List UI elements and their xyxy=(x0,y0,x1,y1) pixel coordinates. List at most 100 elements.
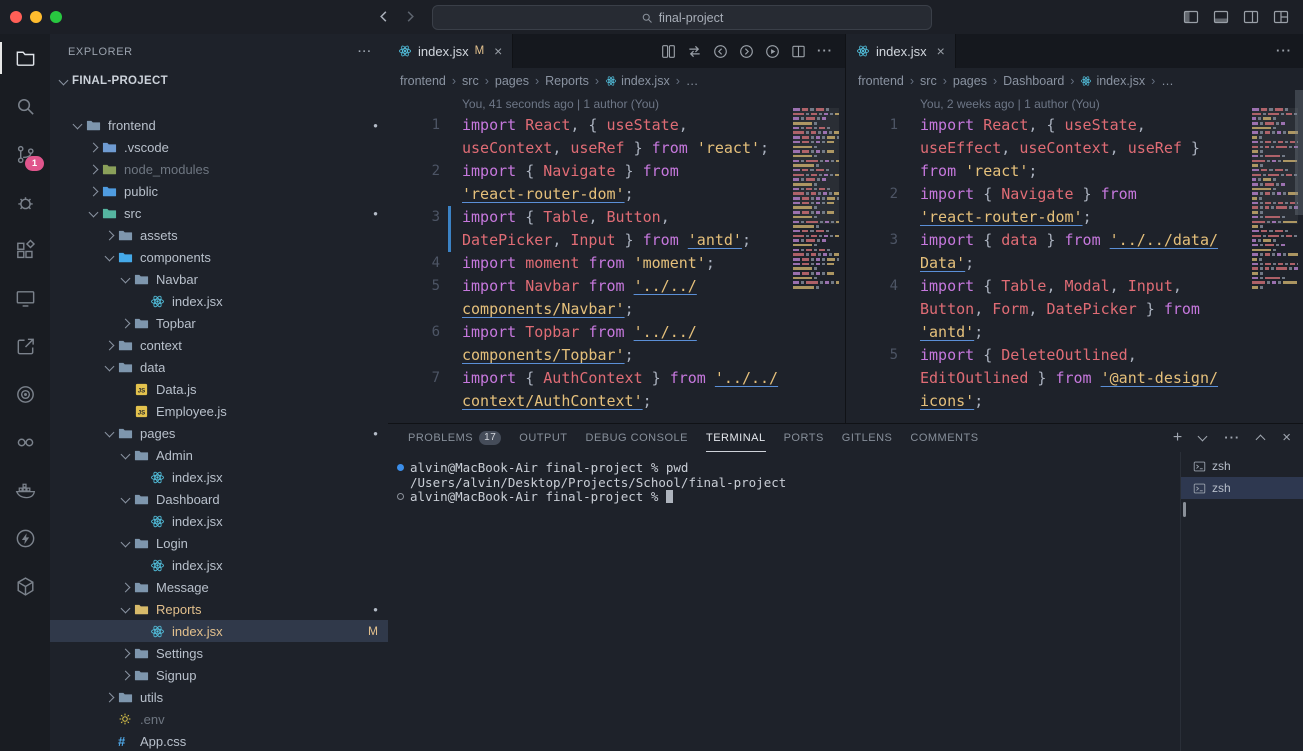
breadcrumb-item[interactable]: frontend xyxy=(858,74,904,88)
code-line[interactable]: 7import { AuthContext } from '../../ xyxy=(388,367,845,390)
tree-item-topbar[interactable]: Topbar xyxy=(50,312,388,334)
chevron-down-icon[interactable] xyxy=(118,532,134,554)
tree-item-signup[interactable]: Signup xyxy=(50,664,388,686)
activity-run-debug[interactable] xyxy=(0,178,50,226)
code-line[interactable]: 4import { Table, Modal, Input, xyxy=(846,275,1303,298)
code-line[interactable]: 'react-router-dom'; xyxy=(846,206,1303,229)
chevron-right-icon[interactable] xyxy=(102,686,118,708)
tree-item-reports[interactable]: Reports xyxy=(50,598,388,620)
chevron-right-icon[interactable] xyxy=(102,224,118,246)
editor-left[interactable]: You, 41 seconds ago | 1 author (You) 1im… xyxy=(388,94,845,423)
code-line[interactable]: icons'; xyxy=(846,390,1303,413)
tab-close-icon[interactable] xyxy=(494,43,502,59)
chevron-right-icon[interactable] xyxy=(118,642,134,664)
tab-close-icon[interactable] xyxy=(937,43,945,59)
chevron-down-icon[interactable] xyxy=(56,70,72,92)
minimize-window-button[interactable] xyxy=(30,11,42,23)
tree-item-components[interactable]: components xyxy=(50,246,388,268)
code-line[interactable]: 2import { Navigate } from xyxy=(846,183,1303,206)
terminal-tab-zsh[interactable]: zsh xyxy=(1181,455,1303,477)
panel-tab-comments[interactable]: COMMENTS xyxy=(910,424,978,452)
chevron-right-icon[interactable] xyxy=(118,312,134,334)
next-change-icon[interactable] xyxy=(739,44,754,59)
tree-item--env[interactable]: .env xyxy=(50,708,388,730)
code-line[interactable]: DatePicker, Input } from 'antd'; xyxy=(388,229,845,252)
chevron-right-icon[interactable] xyxy=(118,576,134,598)
code-line[interactable]: useEffect, useContext, useRef } xyxy=(846,137,1303,160)
tree-item-index-jsx[interactable]: index.jsx xyxy=(50,466,388,488)
chevron-down-icon[interactable] xyxy=(102,422,118,444)
tree-item-app-css[interactable]: #App.css xyxy=(50,730,388,751)
breadcrumb-item[interactable]: index.jsx xyxy=(605,74,670,88)
tree-item-assets[interactable]: assets xyxy=(50,224,388,246)
activity-thunder-client[interactable] xyxy=(0,514,50,562)
close-panel-icon[interactable] xyxy=(1282,429,1291,447)
tree-item-context[interactable]: context xyxy=(50,334,388,356)
tree-item-index-jsx[interactable]: index.jsx xyxy=(50,554,388,576)
terminal-tab-zsh[interactable]: zsh xyxy=(1181,477,1303,499)
code-line[interactable]: components/Topbar'; xyxy=(388,344,845,367)
toggle-panel-icon[interactable] xyxy=(1213,9,1229,25)
code-line[interactable]: 6import Topbar from '../../ xyxy=(388,321,845,344)
tree-item-index-jsx[interactable]: index.jsxM xyxy=(50,620,388,642)
close-window-button[interactable] xyxy=(10,11,22,23)
tree-item-employee-js[interactable]: Employee.js xyxy=(50,400,388,422)
code-line[interactable]: 5import Navbar from '../../ xyxy=(388,275,845,298)
open-changes-icon[interactable] xyxy=(661,44,676,59)
activity-search[interactable] xyxy=(0,82,50,130)
split-editor-icon[interactable] xyxy=(791,44,806,59)
chevron-right-icon[interactable] xyxy=(102,334,118,356)
panel-tab-ports[interactable]: PORTS xyxy=(784,424,824,452)
code-line[interactable]: useContext, useRef } from 'react'; xyxy=(388,137,845,160)
panel-tab-terminal[interactable]: TERMINAL xyxy=(706,424,766,452)
tree-item-login[interactable]: Login xyxy=(50,532,388,554)
chevron-down-icon[interactable] xyxy=(118,268,134,290)
chevron-right-icon[interactable] xyxy=(86,158,102,180)
code-line[interactable]: 4import moment from 'moment'; xyxy=(388,252,845,275)
editor-scrollbar[interactable] xyxy=(1295,90,1303,215)
tree-item-node-modules[interactable]: node_modules xyxy=(50,158,388,180)
tree-item-public[interactable]: public xyxy=(50,180,388,202)
terminal-list-scrollbar[interactable] xyxy=(1183,502,1186,517)
chevron-down-icon[interactable] xyxy=(102,246,118,268)
activity-live-share[interactable] xyxy=(0,322,50,370)
more-actions-icon[interactable] xyxy=(817,42,833,60)
tree-item-message[interactable]: Message xyxy=(50,576,388,598)
tab-index-jsx-dashboard[interactable]: index.jsx xyxy=(846,34,956,68)
tree-item-admin[interactable]: Admin xyxy=(50,444,388,466)
breadcrumb-item[interactable]: … xyxy=(686,74,699,88)
breadcrumb-item[interactable]: src xyxy=(462,74,479,88)
code-line[interactable]: 1import React, { useState, xyxy=(846,114,1303,137)
run-code-icon[interactable] xyxy=(765,44,780,59)
toggle-secondary-sidebar-icon[interactable] xyxy=(1243,9,1259,25)
tree-item-src[interactable]: src xyxy=(50,202,388,224)
compare-changes-icon[interactable] xyxy=(687,44,702,59)
code-line[interactable]: EditOutlined } from '@ant-design/ xyxy=(846,367,1303,390)
activity-gitlens[interactable] xyxy=(0,418,50,466)
chevron-right-icon[interactable] xyxy=(86,136,102,158)
activity-testing[interactable] xyxy=(0,370,50,418)
activity-explorer[interactable] xyxy=(0,34,50,82)
code-line[interactable]: 3import { Table, Button, xyxy=(388,206,845,229)
code-line[interactable]: Data'; xyxy=(846,252,1303,275)
minimap-right[interactable] xyxy=(1252,108,1298,413)
panel-tab-output[interactable]: OUTPUT xyxy=(519,424,567,452)
activity-docker[interactable] xyxy=(0,466,50,514)
maximize-panel-icon[interactable] xyxy=(1256,433,1266,443)
code-line[interactable]: 'antd'; xyxy=(846,321,1303,344)
minimap-left[interactable] xyxy=(793,108,839,413)
tree-root-final-project[interactable]: FINAL-PROJECT xyxy=(50,70,388,92)
code-line[interactable]: 2import { Navigate } from xyxy=(388,160,845,183)
command-center-search[interactable]: final-project xyxy=(432,5,932,30)
activity-extensions[interactable] xyxy=(0,226,50,274)
tree-item-navbar[interactable]: Navbar xyxy=(50,268,388,290)
new-terminal-icon[interactable] xyxy=(1173,429,1182,447)
toggle-primary-sidebar-icon[interactable] xyxy=(1183,9,1199,25)
chevron-right-icon[interactable] xyxy=(86,180,102,202)
breadcrumb-item[interactable]: … xyxy=(1161,74,1174,88)
chevron-down-icon[interactable] xyxy=(118,444,134,466)
tab-index-jsx-reports[interactable]: index.jsx M xyxy=(388,34,513,68)
tree-item-pages[interactable]: pages xyxy=(50,422,388,444)
breadcrumb-item[interactable]: Dashboard xyxy=(1003,74,1064,88)
breadcrumb-item[interactable]: index.jsx xyxy=(1080,74,1145,88)
